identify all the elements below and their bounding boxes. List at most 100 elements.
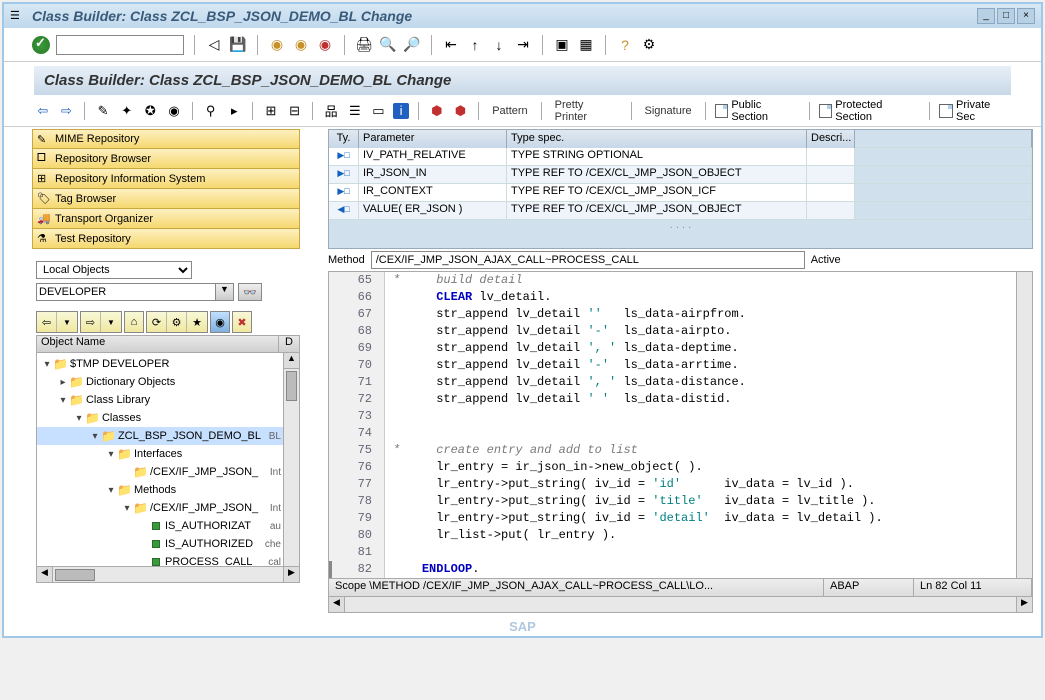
nav-repo-browser[interactable]: 🞐Repository Browser: [32, 149, 300, 169]
hierarchy-icon[interactable]: 品: [322, 102, 340, 120]
tree-hscroll[interactable]: ◀▶: [37, 566, 299, 582]
nav-repo-info[interactable]: ⊞Repository Information System: [32, 169, 300, 189]
last-page-icon[interactable]: ⇥: [514, 36, 532, 54]
fullscreen-icon[interactable]: ▭: [370, 102, 388, 120]
col-desc[interactable]: Descri...: [807, 130, 855, 148]
breakpoint-icon[interactable]: ⬢: [428, 102, 446, 120]
col-object-name: Object Name: [37, 336, 279, 352]
param-row[interactable]: ▶□IR_JSON_INTYPE REF TO /CEX/CL_JMP_JSON…: [329, 166, 1032, 184]
info-icon[interactable]: i: [393, 103, 409, 119]
code-editor[interactable]: 656667686970717273747576777879808182 * b…: [328, 271, 1033, 579]
print-icon[interactable]: 🖨: [355, 36, 373, 54]
tree-row[interactable]: ▾📁/CEX/IF_JMP_JSON_Int: [37, 499, 299, 517]
tree-favorite-icon[interactable]: ★: [187, 312, 207, 332]
combo-dropdown-icon[interactable]: ▼: [216, 283, 234, 301]
method-label: Method: [328, 254, 365, 266]
title-bar: ☰ Class Builder: Class ZCL_BSP_JSON_DEMO…: [4, 4, 1041, 28]
signature-button[interactable]: Signature: [641, 105, 696, 117]
nav-test[interactable]: ⚗Test Repository: [32, 229, 300, 249]
new-session-icon[interactable]: ▣: [553, 36, 571, 54]
shortcut-icon[interactable]: ▦: [577, 36, 595, 54]
tree-row[interactable]: ▾📁ZCL_BSP_JSON_DEMO_BLBL: [37, 427, 299, 445]
tree-set-icon[interactable]: ◉: [210, 311, 230, 333]
private-section-link[interactable]: Private Sec: [939, 99, 1011, 123]
tree-row[interactable]: ▾📁Methods: [37, 481, 299, 499]
next-page-icon[interactable]: ↓: [490, 36, 508, 54]
save-icon[interactable]: 💾: [229, 36, 247, 54]
tree-row[interactable]: 📁/CEX/IF_JMP_JSON_Int: [37, 463, 299, 481]
code-vscroll[interactable]: [1016, 272, 1032, 578]
doc-icon: [939, 104, 953, 118]
nav-mime[interactable]: ✎MIME Repository: [32, 129, 300, 149]
tree-row[interactable]: ▾📁Interfaces: [37, 445, 299, 463]
nav-tag[interactable]: 🏷Tag Browser: [32, 189, 300, 209]
tree-fwd-dd-icon[interactable]: ▼: [101, 312, 121, 332]
method-name-field[interactable]: [371, 251, 805, 269]
close-button[interactable]: ×: [1017, 8, 1035, 24]
find-next-icon[interactable]: 🔎: [403, 36, 421, 54]
find-icon[interactable]: 🔍: [379, 36, 397, 54]
param-row[interactable]: ▶□IR_CONTEXTTYPE REF TO /CEX/CL_JMP_JSON…: [329, 184, 1032, 202]
status-lang: ABAP: [824, 579, 914, 596]
activate-icon[interactable]: ⚲: [202, 102, 220, 120]
tree-row[interactable]: ▸📁Dictionary Objects: [37, 373, 299, 391]
help-icon[interactable]: ?: [616, 36, 634, 54]
param-row[interactable]: ◀□VALUE( ER_JSON )TYPE REF TO /CEX/CL_JM…: [329, 202, 1032, 220]
display-button[interactable]: 👓: [238, 283, 262, 301]
col-parameter[interactable]: Parameter: [359, 130, 507, 148]
window-title: Class Builder: Class ZCL_BSP_JSON_DEMO_B…: [32, 8, 977, 24]
tree-row[interactable]: ▾📁Classes: [37, 409, 299, 427]
nav-back-icon[interactable]: ⇦: [34, 102, 52, 120]
tree-vscroll[interactable]: ▲▼: [283, 353, 299, 582]
back-exit-icon[interactable]: ◉: [268, 36, 286, 54]
doc-icon: [715, 104, 729, 118]
tree-fwd-icon[interactable]: ⇨: [81, 312, 101, 332]
action-bar: ⇦ ⇨ ✎ ✦ ✪ ◉ ⚲ ▸ ⊞ ⊟ 品 ☰ ▭ i ⬢ ⬢ Pattern …: [4, 95, 1041, 127]
tree-row[interactable]: ▾📁$TMP DEVELOPER: [37, 355, 299, 373]
public-section-link[interactable]: Public Section: [715, 99, 800, 123]
maximize-button[interactable]: □: [997, 8, 1015, 24]
enhance-icon[interactable]: ✪: [142, 102, 160, 120]
tree-back-dd-icon[interactable]: ▼: [57, 312, 77, 332]
object-type-select[interactable]: Local Objects: [36, 261, 192, 279]
exit-icon[interactable]: ◉: [292, 36, 310, 54]
other-object-icon[interactable]: ✦: [118, 102, 136, 120]
tree-refresh-icon[interactable]: ⟳: [147, 312, 167, 332]
col-spec[interactable]: Type spec.: [507, 130, 807, 148]
display-icon[interactable]: ✎: [94, 102, 112, 120]
cancel-icon[interactable]: ◉: [316, 36, 334, 54]
tree-row[interactable]: ▾📁Class Library: [37, 391, 299, 409]
pattern-button[interactable]: Pattern: [488, 105, 531, 117]
param-row[interactable]: ▶□IV_PATH_RELATIVETYPE STRING OPTIONAL: [329, 148, 1032, 166]
tree-close-icon[interactable]: ✖: [232, 311, 252, 333]
col-type[interactable]: Ty.: [329, 130, 359, 148]
outline-icon[interactable]: ☰: [346, 102, 364, 120]
sap-logo: SAP: [4, 617, 1041, 636]
tree-row[interactable]: IS_AUTHORIZEDche: [37, 535, 299, 553]
tree-row[interactable]: IS_AUTHORIZATau: [37, 517, 299, 535]
tree-back-icon[interactable]: ⇦: [37, 312, 57, 332]
package-input[interactable]: [36, 283, 216, 301]
protected-section-link[interactable]: Protected Section: [819, 99, 921, 123]
nav-transport[interactable]: 🚚Transport Organizer: [32, 209, 300, 229]
tree-up-icon[interactable]: ⌂: [124, 311, 144, 333]
minimize-button[interactable]: _: [977, 8, 995, 24]
where-used-icon[interactable]: ⊞: [262, 102, 280, 120]
pretty-printer-button[interactable]: Pretty Printer: [551, 99, 622, 123]
back-icon[interactable]: ◁: [205, 36, 223, 54]
status-bar: Scope \METHOD /CEX/IF_JMP_JSON_AJAX_CALL…: [328, 579, 1033, 597]
code-hscroll[interactable]: ◀▶: [328, 597, 1033, 613]
prev-page-icon[interactable]: ↑: [466, 36, 484, 54]
test-icon[interactable]: ▸: [225, 102, 243, 120]
app-menu-icon[interactable]: ☰: [10, 9, 24, 23]
layout-icon[interactable]: ⚙: [640, 36, 658, 54]
command-field[interactable]: [56, 35, 184, 55]
tree-tool-icon[interactable]: ⚙: [167, 312, 187, 332]
breakpoint2-icon[interactable]: ⬢: [452, 102, 470, 120]
enter-icon[interactable]: [32, 36, 50, 54]
check-icon[interactable]: ◉: [165, 102, 183, 120]
display-list-icon[interactable]: ⊟: [286, 102, 304, 120]
nav-fwd-icon[interactable]: ⇨: [58, 102, 76, 120]
code-body[interactable]: * build detail CLEAR lv_detail. str_appe…: [385, 272, 1016, 578]
first-page-icon[interactable]: ⇤: [442, 36, 460, 54]
